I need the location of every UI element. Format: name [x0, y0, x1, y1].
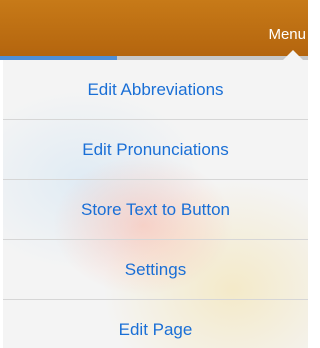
top-toolbar: Menu — [0, 0, 308, 56]
popover-arrow — [283, 50, 303, 60]
menu-item-settings[interactable]: Settings — [3, 240, 308, 300]
menu-item-edit-pronunciations[interactable]: Edit Pronunciations — [3, 120, 308, 180]
menu-item-store-text-to-button[interactable]: Store Text to Button — [3, 180, 308, 240]
menu-button[interactable]: Menu — [268, 24, 308, 46]
menu-item-edit-abbreviations[interactable]: Edit Abbreviations — [3, 60, 308, 120]
menu-list: Edit Abbreviations Edit Pronunciations S… — [3, 60, 308, 348]
menu-item-edit-page[interactable]: Edit Page — [3, 300, 308, 348]
menu-popover: Edit Abbreviations Edit Pronunciations S… — [3, 60, 308, 348]
